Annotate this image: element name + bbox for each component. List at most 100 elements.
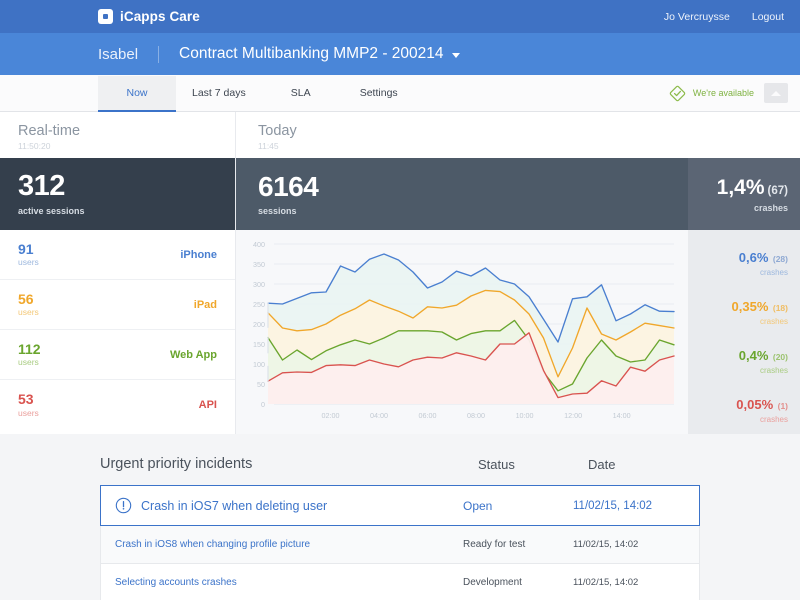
- tab-last-7-days[interactable]: Last 7 days: [176, 76, 262, 112]
- crash-row-api[interactable]: 0,05% (1) crashes: [688, 385, 800, 434]
- realtime-header: Real-time 11:50:20: [0, 112, 235, 158]
- realtime-panel: Real-time 11:50:20 312 active sessions 9…: [0, 112, 236, 434]
- svg-text:50: 50: [257, 380, 265, 389]
- device-name: Web App: [170, 349, 217, 361]
- dashboard: Real-time 11:50:20 312 active sessions 9…: [0, 112, 800, 434]
- availability-label: We're available: [693, 88, 754, 98]
- app-square-icon: [98, 9, 113, 24]
- crash-label: crashes: [688, 366, 788, 375]
- collapse-panel-button[interactable]: [764, 83, 788, 103]
- device-users: users: [18, 357, 41, 367]
- incident-row[interactable]: Crash in iOS7 when deleting user Open 11…: [100, 485, 700, 526]
- sessions-stat: 6164 sessions: [236, 158, 688, 230]
- crash-pct: 0,4%: [739, 348, 769, 363]
- incident-date: 11/02/15, 14:02: [573, 539, 685, 550]
- user-name[interactable]: Jo Vercruysse: [664, 11, 730, 23]
- active-sessions-label: active sessions: [18, 206, 85, 216]
- incident-title-cell: Crash in iOS7 when deleting user: [115, 497, 327, 514]
- crash-pct: 0,6%: [739, 250, 769, 265]
- incident-row[interactable]: Selecting accounts crashes Development 1…: [100, 564, 700, 600]
- incident-title: Crash in iOS7 when deleting user: [141, 499, 327, 513]
- crash-label: crashes: [688, 268, 788, 277]
- tab-bar: Now Last 7 days SLA Settings We're avail…: [0, 75, 800, 112]
- svg-text:06:00: 06:00: [419, 411, 437, 420]
- svg-text:0: 0: [261, 400, 265, 409]
- incident-date: 11/02/15, 14:02: [573, 577, 685, 588]
- today-panel: Today 11:45 6164 sessions 0 50 100 150 200 25…: [236, 112, 688, 434]
- device-value: 56: [18, 292, 39, 307]
- device-value: 91: [18, 242, 39, 257]
- incident-status: Development: [463, 577, 573, 588]
- device-value: 53: [18, 392, 39, 407]
- svg-text:300: 300: [253, 280, 265, 289]
- crash-row-ipad[interactable]: 0,35% (18) crashes: [688, 287, 800, 336]
- tab-bar-right: We're available: [669, 75, 800, 111]
- incidents-col-date: Date: [588, 457, 700, 472]
- brand-name: iCapps Care: [120, 9, 200, 24]
- tab-sla[interactable]: SLA: [262, 76, 340, 112]
- incident-row[interactable]: Crash in iOS8 when changing profile pict…: [100, 526, 700, 564]
- device-name: iPad: [194, 299, 217, 311]
- svg-text:100: 100: [253, 360, 265, 369]
- chevron-down-icon: [452, 53, 460, 58]
- device-value: 112: [18, 342, 41, 357]
- incident-title-cell: Crash in iOS8 when changing profile pict…: [115, 539, 310, 550]
- svg-text:14:00: 14:00: [613, 411, 631, 420]
- svg-text:150: 150: [253, 340, 265, 349]
- project-name: Contract Multibanking MMP2 - 200214: [179, 45, 444, 63]
- svg-text:400: 400: [253, 240, 265, 249]
- crash-pct: 0,35%: [732, 299, 769, 314]
- crash-label: crashes: [688, 415, 788, 424]
- top-bar-right: Jo Vercruysse Logout: [664, 11, 784, 23]
- tab-now[interactable]: Now: [98, 76, 176, 112]
- device-row-api[interactable]: 53 users API: [0, 380, 235, 430]
- organisation-name[interactable]: Isabel: [98, 46, 138, 63]
- device-row-ipad[interactable]: 56 users iPad: [0, 280, 235, 330]
- crashes-panel: 1,4%(67) crashes 0,6% (28) crashes 0,35%…: [688, 112, 800, 434]
- warning-circle-icon: [115, 497, 132, 514]
- crash-label: crashes: [688, 317, 788, 326]
- sub-header: Isabel Contract Multibanking MMP2 - 2002…: [0, 33, 800, 75]
- active-sessions-stat: 312 active sessions: [0, 158, 235, 230]
- total-crashes-pct: 1,4%: [717, 176, 765, 199]
- crash-count: (20): [773, 352, 788, 362]
- crashes-header-spacer: [688, 112, 800, 158]
- crash-count: (1): [778, 401, 788, 411]
- svg-text:12:00: 12:00: [564, 411, 582, 420]
- header-divider: [158, 46, 159, 63]
- brand-logo[interactable]: iCapps Care: [98, 9, 200, 24]
- svg-text:350: 350: [253, 260, 265, 269]
- crashes-breakdown: 0,6% (28) crashes 0,35% (18) crashes 0,4…: [688, 230, 800, 434]
- svg-text:200: 200: [253, 320, 265, 329]
- device-name: API: [199, 399, 217, 411]
- sessions-area-chart[interactable]: 05010015020025030035040002:0004:0006:000…: [236, 230, 688, 434]
- availability-status: We're available: [669, 85, 754, 102]
- top-bar: iCapps Care Jo Vercruysse Logout: [0, 0, 800, 33]
- total-crashes-stat: 1,4%(67) crashes: [688, 158, 800, 230]
- svg-text:02:00: 02:00: [322, 411, 340, 420]
- incident-title-cell: Selecting accounts crashes: [115, 577, 237, 588]
- device-users: users: [18, 408, 39, 418]
- incidents-title: Urgent priority incidents: [100, 456, 252, 472]
- total-crashes-count: (67): [768, 185, 788, 197]
- incident-status: Open: [463, 499, 573, 513]
- crash-pct: 0,05%: [736, 397, 773, 412]
- sessions-value: 6164: [258, 173, 318, 201]
- incident-status: Ready for test: [463, 539, 573, 550]
- device-row-iphone[interactable]: 91 users iPhone: [0, 230, 235, 280]
- sessions-label: sessions: [258, 206, 318, 216]
- today-header: Today 11:45: [236, 112, 688, 158]
- svg-text:04:00: 04:00: [370, 411, 388, 420]
- tab-settings[interactable]: Settings: [340, 76, 418, 112]
- incident-title: Crash in iOS8 when changing profile pict…: [115, 539, 310, 550]
- project-selector[interactable]: Contract Multibanking MMP2 - 200214: [179, 45, 460, 63]
- incident-title: Selecting accounts crashes: [115, 577, 237, 588]
- device-users: users: [18, 307, 39, 317]
- today-title: Today: [258, 123, 688, 139]
- svg-text:250: 250: [253, 300, 265, 309]
- crash-row-web-app[interactable]: 0,4% (20) crashes: [688, 336, 800, 385]
- crash-row-iphone[interactable]: 0,6% (28) crashes: [688, 238, 800, 287]
- device-row-web-app[interactable]: 112 users Web App: [0, 330, 235, 380]
- logout-link[interactable]: Logout: [752, 11, 784, 23]
- realtime-title: Real-time: [18, 123, 235, 139]
